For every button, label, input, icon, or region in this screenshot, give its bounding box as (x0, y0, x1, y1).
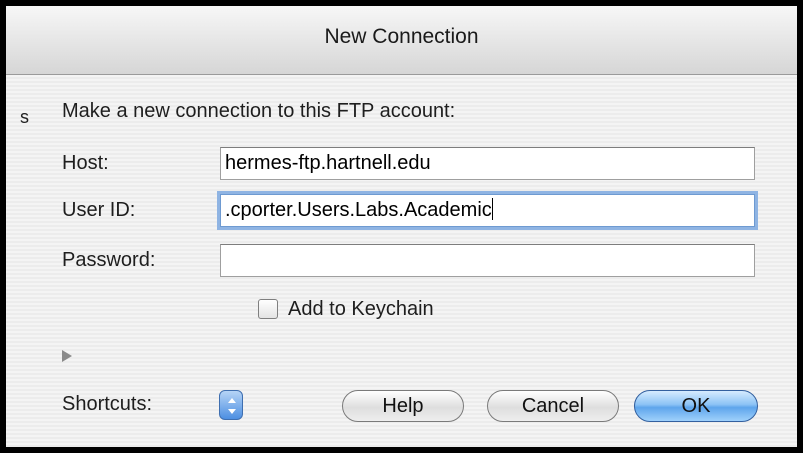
password-label: Password: (62, 249, 156, 271)
host-field[interactable]: hermes-ftp.hartnell.edu (220, 147, 755, 180)
user-id-value: .cporter.Users.Labs.Academic (225, 199, 492, 221)
cancel-button[interactable]: Cancel (487, 390, 619, 422)
title-bar[interactable]: New Connection (6, 6, 797, 75)
new-connection-dialog: New Connection s Make a new connection t… (6, 6, 797, 447)
up-down-arrows-icon (228, 398, 236, 414)
window-title: New Connection (324, 25, 479, 48)
keychain-label[interactable]: Add to Keychain (288, 298, 434, 321)
shortcuts-popup-button[interactable] (219, 390, 243, 420)
text-caret (491, 198, 493, 220)
host-value: hermes-ftp.hartnell.edu (225, 152, 431, 174)
ok-button[interactable]: OK (634, 390, 758, 422)
shortcuts-label: Shortcuts: (62, 393, 153, 415)
disclosure-triangle-icon[interactable] (62, 350, 72, 362)
password-field[interactable] (220, 244, 755, 277)
background-window-text: s (20, 107, 29, 127)
help-button[interactable]: Help (342, 390, 464, 422)
host-label: Host: (62, 152, 109, 174)
user-id-label: User ID: (62, 199, 136, 221)
keychain-checkbox[interactable] (258, 299, 278, 319)
form-heading: Make a new connection to this FTP accoun… (62, 100, 456, 122)
user-id-field[interactable]: .cporter.Users.Labs.Academic (220, 194, 755, 227)
